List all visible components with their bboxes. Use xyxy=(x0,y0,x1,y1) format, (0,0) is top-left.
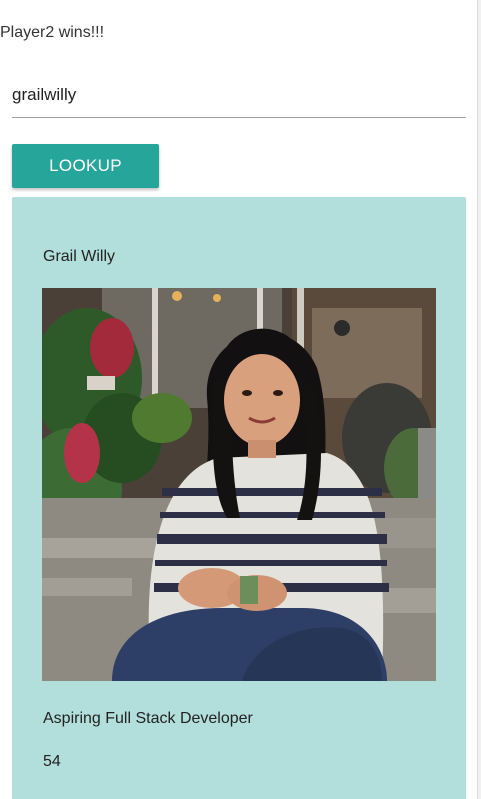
page: Player2 wins!!! LOOKUP Grail Willy xyxy=(0,0,481,799)
scrollbar-track[interactable] xyxy=(477,0,481,799)
profile-card: Grail Willy Aspiring Full Stack Develope… xyxy=(12,197,466,799)
profile-photo xyxy=(42,288,436,681)
profile-title: Aspiring Full Stack Developer xyxy=(43,710,253,727)
username-input[interactable] xyxy=(12,72,466,118)
profile-number: 54 xyxy=(43,753,61,770)
game-result-message: Player2 wins!!! xyxy=(0,24,105,41)
profile-name: Grail Willy xyxy=(43,248,115,265)
lookup-button[interactable]: LOOKUP xyxy=(12,144,159,188)
